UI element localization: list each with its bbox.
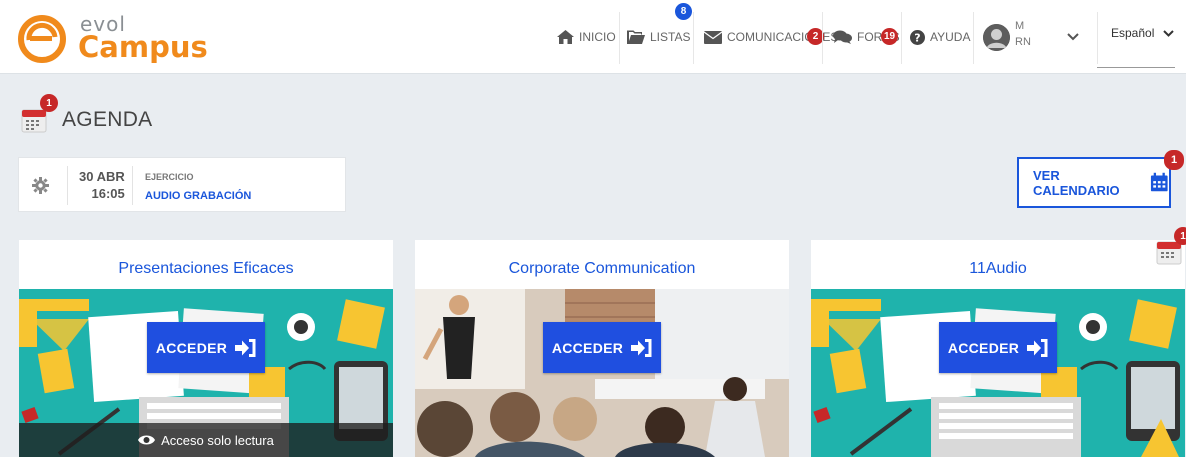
course-image-study-desk (811, 289, 1185, 457)
listas-count-badge: 8 (675, 3, 692, 20)
nav-ayuda-label: AYUDA (930, 30, 971, 44)
logo-ring-icon (18, 15, 66, 63)
event-day: 30 ABR (79, 169, 125, 184)
read-only-label: Acceso solo lectura (161, 432, 274, 448)
acceder-button[interactable]: ACCEDER (147, 322, 265, 373)
agenda-calendar[interactable]: 1 (21, 94, 58, 134)
sign-in-icon (1027, 338, 1048, 357)
comments-icon (833, 30, 852, 44)
nav-divider (901, 12, 902, 64)
read-only-status: Acceso solo lectura (19, 423, 393, 457)
svg-text:?: ? (914, 31, 920, 44)
nav-inicio-label: INICIO (579, 30, 616, 44)
foros-count-badge: 19 (881, 28, 899, 45)
course-card: Presentaciones Eficaces ACCEDER Acceso s… (19, 240, 393, 457)
top-bar: evol Campus INICIO LISTAS 8 COMUNICACION… (0, 0, 1186, 74)
meeting-photo (415, 289, 789, 457)
course-calendar[interactable]: 1 (1156, 227, 1186, 268)
agenda-event-card[interactable]: 30 ABR 16:05 EJERCICIO AUDIO GRABACIÓN (18, 157, 346, 212)
study-desk-illustration (811, 289, 1185, 457)
acceder-button[interactable]: ACCEDER (939, 322, 1057, 373)
ver-calendario-button[interactable]: VER CALENDARIO 1 (1017, 150, 1184, 208)
user-avatar-icon (983, 24, 1010, 51)
acceder-label: ACCEDER (551, 339, 624, 356)
nav-foros[interactable]: FOROS 19 (833, 0, 900, 74)
event-divider (67, 166, 68, 205)
user-menu-chevron-icon[interactable] (1067, 33, 1079, 41)
course-card: Corporate Communication ACCEDER (415, 240, 789, 457)
course-image-meeting-photo (415, 289, 789, 457)
event-date: 30 ABR 16:05 (79, 168, 125, 202)
course-title[interactable]: 11Audio (811, 260, 1185, 278)
evolcampus-logo[interactable]: evol Campus (18, 12, 208, 66)
question-icon: ? (910, 29, 925, 45)
nav-divider (822, 12, 823, 64)
event-time: 16:05 (91, 186, 125, 201)
calendar-badge: 1 (1164, 150, 1184, 170)
nav-comunicaciones[interactable]: COMUNICACIONES 2 (704, 0, 838, 74)
agenda-badge: 1 (40, 94, 58, 112)
home-icon (557, 30, 574, 44)
sign-in-icon (235, 338, 256, 357)
nav-divider (1097, 12, 1098, 64)
eye-icon (138, 435, 156, 445)
acceder-button[interactable]: ACCEDER (543, 322, 661, 373)
gear-icon (32, 177, 49, 194)
user-name-line2: RN (1015, 36, 1031, 48)
event-type: EJERCICIO (145, 172, 194, 182)
user-name-line1: M (1015, 20, 1025, 32)
course-title[interactable]: Corporate Communication (415, 260, 789, 278)
nav-ayuda[interactable]: ? AYUDA (910, 0, 970, 74)
nav-divider (619, 12, 620, 64)
course-card: 11Audio ACCEDER (811, 240, 1185, 457)
envelope-icon (704, 30, 722, 44)
nav-listas-label: LISTAS (650, 30, 691, 44)
agenda-heading: 1 AGENDA (21, 94, 153, 134)
language-select[interactable]: Español (1111, 26, 1175, 40)
sign-in-icon (631, 338, 652, 357)
acceder-label: ACCEDER (155, 339, 228, 356)
chevron-down-icon (1163, 29, 1175, 37)
user-avatar[interactable] (983, 24, 1010, 51)
acceder-label: ACCEDER (947, 339, 1020, 356)
nav-listas[interactable]: LISTAS 8 (627, 0, 692, 74)
course-title[interactable]: Presentaciones Eficaces (19, 260, 393, 278)
event-divider (132, 166, 133, 205)
folder-icon (627, 30, 645, 44)
course-calendar-badge: 1 (1174, 227, 1186, 245)
event-name-link[interactable]: AUDIO GRABACIÓN (145, 190, 251, 202)
nav-inicio[interactable]: INICIO (557, 0, 616, 74)
agenda-title: AGENDA (62, 108, 153, 131)
nav-divider (973, 12, 974, 64)
user-name[interactable]: M RN (1015, 18, 1031, 50)
language-select-value: Español (1111, 26, 1155, 40)
language-select-underline (1097, 67, 1175, 68)
logo-word-campus: Campus (78, 30, 208, 64)
nav-divider (693, 12, 694, 64)
calendar-grid-icon (1151, 172, 1169, 192)
ver-calendario-label: VER CALENDARIO (1033, 167, 1120, 198)
